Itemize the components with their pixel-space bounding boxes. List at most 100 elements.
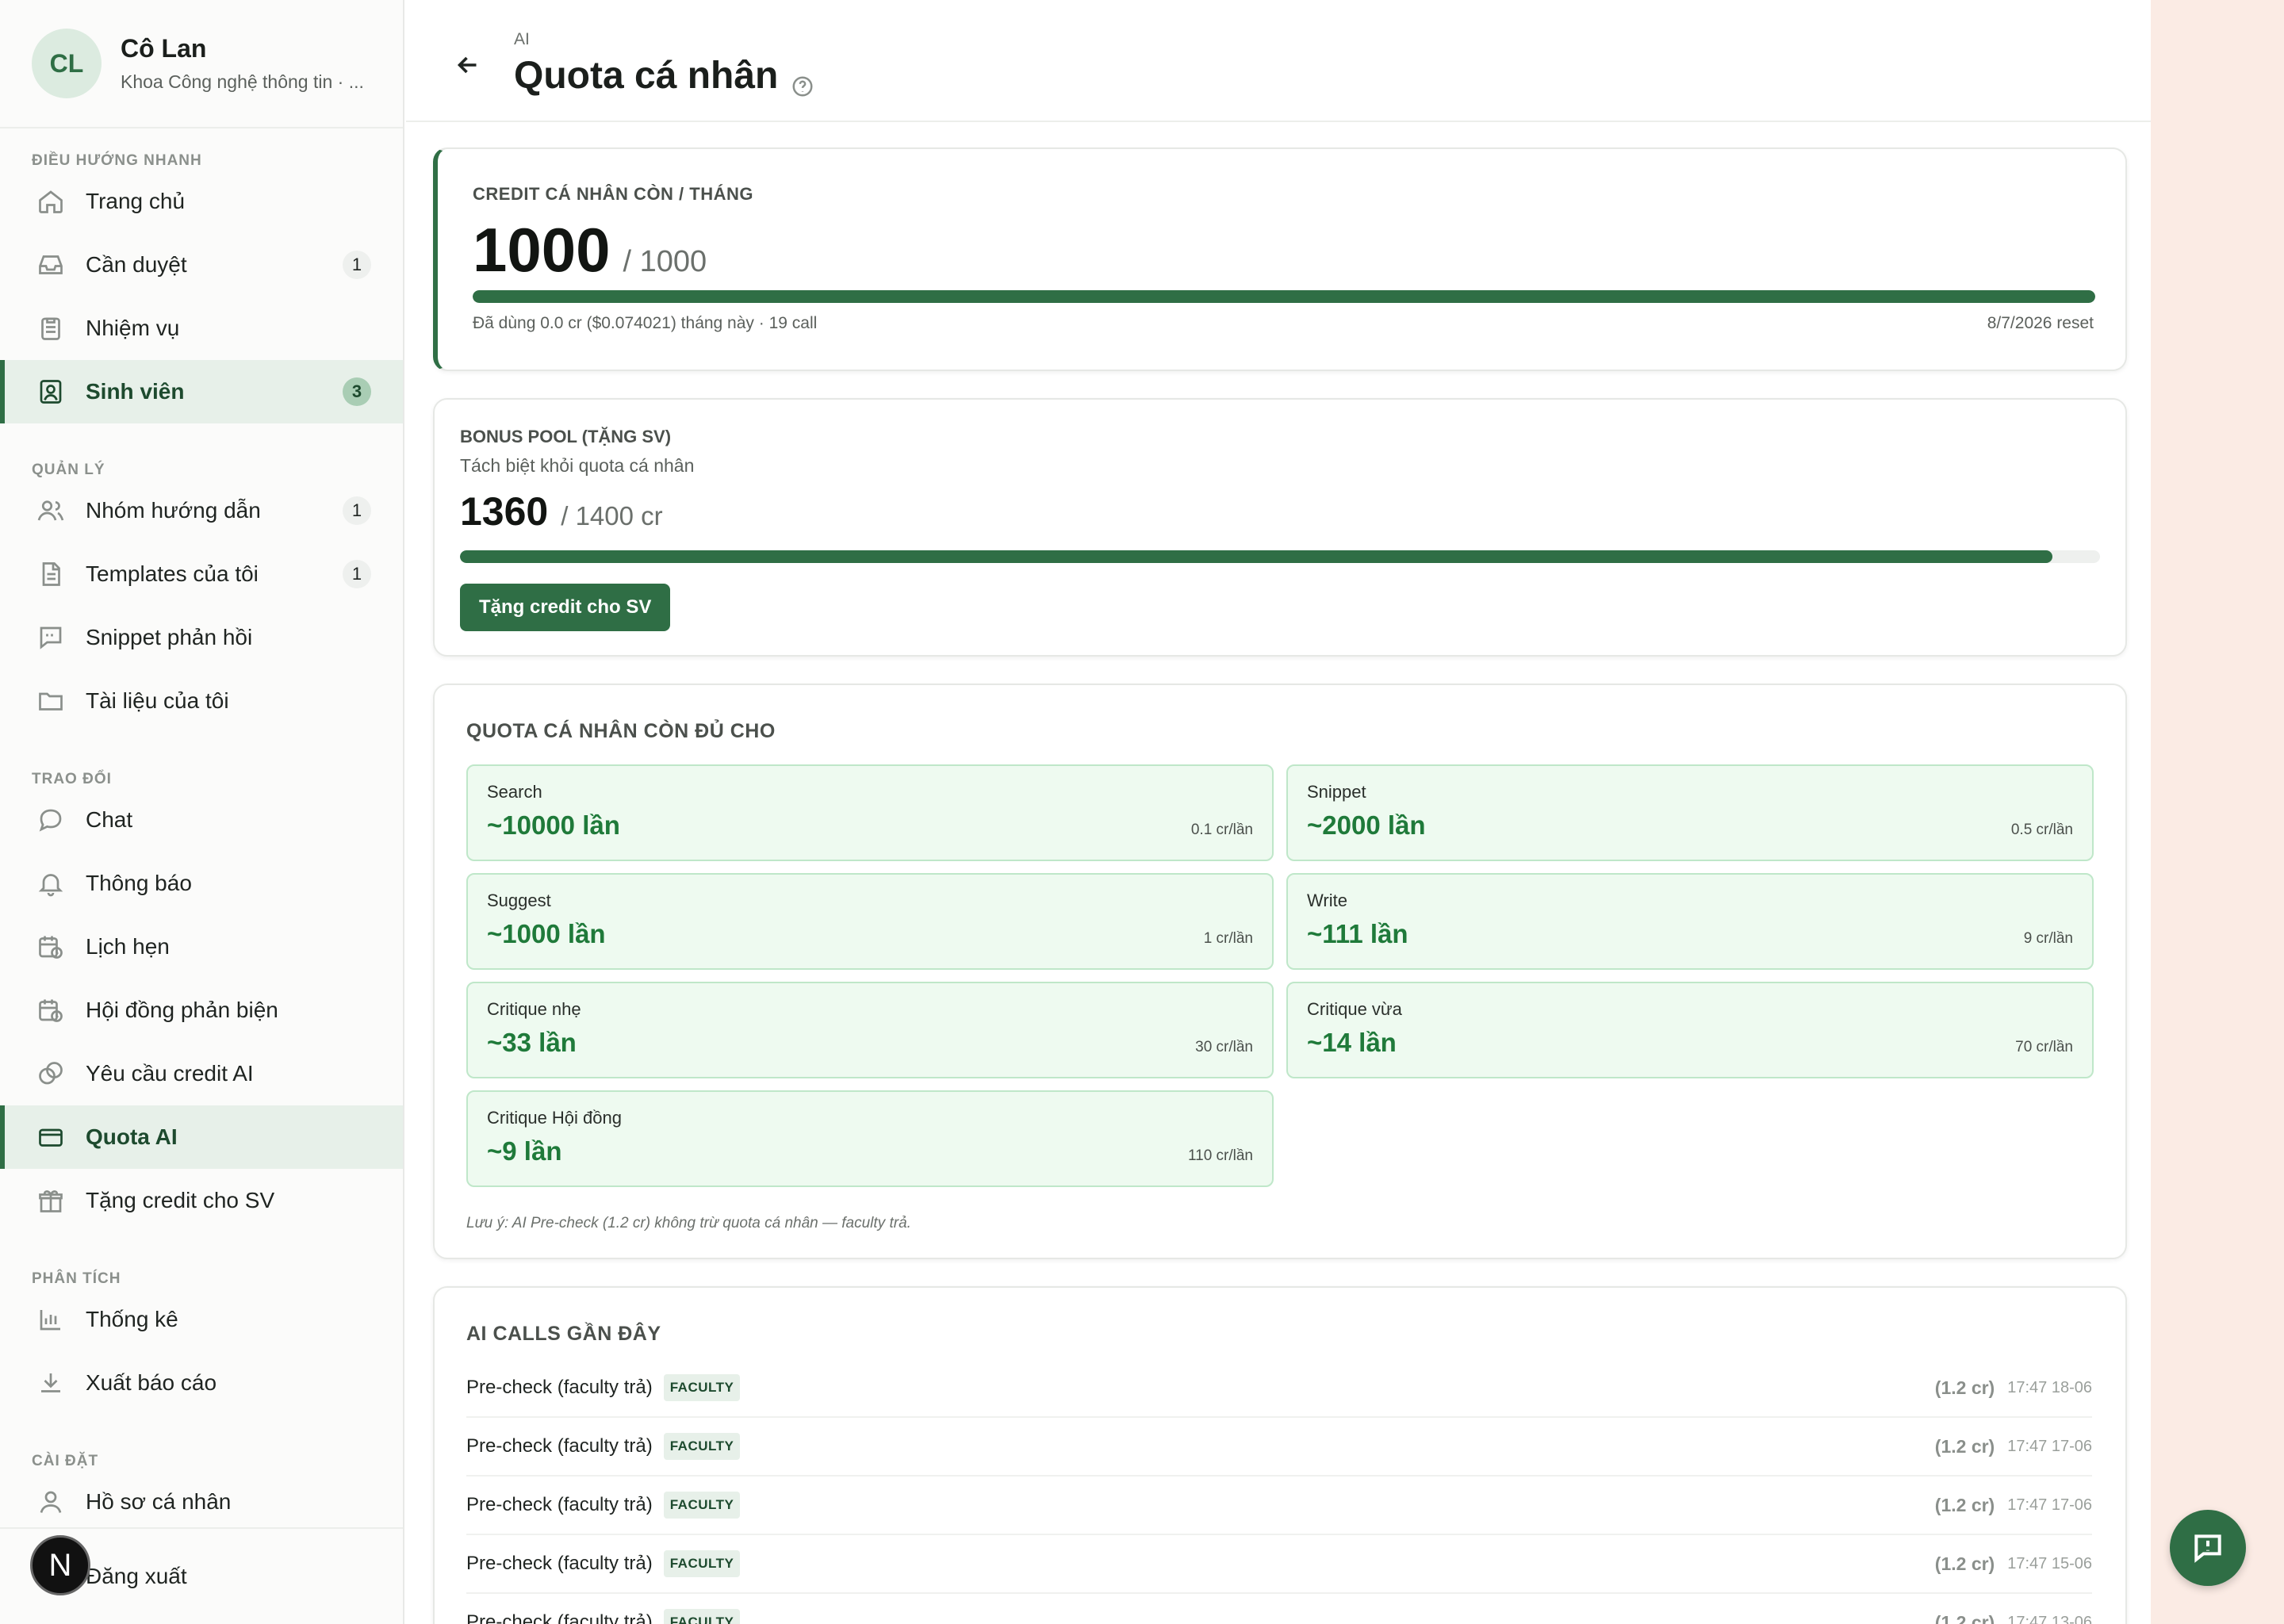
profile-header[interactable]: CL Cô Lan Khoa Công nghệ thông tin · ... bbox=[0, 0, 403, 128]
sidebar-item-snippets[interactable]: Snippet phản hồi bbox=[0, 606, 403, 669]
sidebar-item-review[interactable]: Cần duyệt 1 bbox=[0, 233, 403, 297]
call-row: Pre-check (faculty trả) FACULTY (1.2 cr) 17… bbox=[466, 1594, 2092, 1624]
folder-icon bbox=[35, 685, 67, 717]
personal-credit-label: CREDIT CÁ NHÂN CÒN / THÁNG bbox=[473, 184, 753, 204]
tile-name: Write bbox=[1307, 891, 1347, 910]
quota-tile: Suggest ~1000 lần 1 cr/lần bbox=[466, 873, 1274, 970]
users-icon bbox=[35, 495, 67, 527]
tile-rate: 30 cr/lần bbox=[1195, 1039, 1253, 1055]
main-content: AI Quota cá nhân CREDIT CÁ NHÂN CÒN / TH… bbox=[406, 0, 2151, 1624]
quota-enough-label: QUOTA CÁ NHÂN CÒN ĐỦ CHO bbox=[466, 720, 776, 742]
sidebar-item-label: Hội đồng phản biện bbox=[86, 998, 278, 1022]
sidebar-item-templates[interactable]: Templates của tôi 1 bbox=[0, 542, 403, 606]
credit-total: / 1000 bbox=[623, 245, 707, 278]
faculty-tag: FACULTY bbox=[663, 1550, 741, 1577]
call-row: Pre-check (faculty trả) FACULTY (1.2 cr) 17… bbox=[466, 1535, 2092, 1594]
sidebar-item-label: Xuất báo cáo bbox=[86, 1370, 217, 1395]
tile-rate: 70 cr/lần bbox=[2015, 1039, 2073, 1055]
section-label-nav: ĐIỀU HƯỚNG NHANH bbox=[32, 152, 202, 169]
tile-count: ~10000 lần bbox=[487, 810, 620, 840]
credit-used-text: Đã dùng 0.0 cr ($0.074021) tháng này · 1… bbox=[473, 314, 818, 332]
sidebar-item-label: Trang chủ bbox=[86, 189, 186, 213]
sidebar-item-label: Đăng xuất bbox=[86, 1564, 187, 1588]
quota-tile: Critique vừa ~14 lần 70 cr/lần bbox=[1286, 982, 2094, 1078]
sidebar-item-chat[interactable]: Chat bbox=[0, 788, 403, 852]
recent-calls-label: AI CALLS GẦN ĐÂY bbox=[466, 1323, 661, 1345]
sidebar-item-stats[interactable]: Thống kê bbox=[0, 1288, 403, 1351]
bar-chart-icon bbox=[35, 1304, 67, 1335]
sidebar-item-label: Cần duyệt bbox=[86, 252, 187, 277]
message-alert-icon bbox=[2194, 1534, 2221, 1563]
sidebar-item-credit-request[interactable]: Yêu cầu credit AI bbox=[0, 1042, 403, 1105]
sidebar-item-groups[interactable]: Nhóm hướng dẫn 1 bbox=[0, 479, 403, 542]
sidebar-item-label: Tài liệu của tôi bbox=[86, 688, 229, 713]
profile-subtitle: Khoa Công nghệ thông tin · ... bbox=[121, 71, 364, 92]
sidebar-item-students[interactable]: Sinh viên 3 bbox=[0, 360, 403, 423]
call-cost: (1.2 cr) bbox=[1934, 1377, 1995, 1398]
sidebar-item-export[interactable]: Xuất báo cáo bbox=[0, 1351, 403, 1415]
home-icon bbox=[35, 186, 67, 217]
section-label-exchange: TRAO ĐỔI bbox=[32, 771, 112, 787]
gift-credit-button[interactable]: Tặng credit cho SV bbox=[460, 584, 671, 631]
sidebar-item-docs[interactable]: Tài liệu của tôi bbox=[0, 669, 403, 733]
quota-tile: Write ~111 lần 9 cr/lần bbox=[1286, 873, 2094, 970]
breadcrumb[interactable]: AI bbox=[514, 30, 530, 49]
call-row: Pre-check (faculty trả) FACULTY (1.2 cr) 17… bbox=[466, 1418, 2092, 1477]
call-name: Pre-check (faculty trả) bbox=[466, 1553, 653, 1574]
call-row: Pre-check (faculty trả) FACULTY (1.2 cr) 17… bbox=[466, 1477, 2092, 1535]
sidebar-item-gift[interactable]: Tặng credit cho SV bbox=[0, 1169, 403, 1232]
faculty-tag: FACULTY bbox=[663, 1433, 741, 1460]
bonus-pool-card: BONUS POOL (TẶNG SV) Tách biệt khỏi quot… bbox=[433, 398, 2127, 657]
tile-name: Critique nhẹ bbox=[487, 999, 581, 1019]
chat-fab-button[interactable] bbox=[2170, 1510, 2246, 1586]
sidebar-item-label: Quota AI bbox=[86, 1124, 178, 1149]
inbox-icon bbox=[35, 249, 67, 281]
sidebar-item-appointments[interactable]: Lịch hẹn bbox=[0, 915, 403, 979]
message-quote-icon bbox=[35, 622, 67, 653]
call-name: Pre-check (faculty trả) bbox=[466, 1435, 653, 1457]
coins-icon bbox=[35, 1058, 67, 1090]
sidebar-item-label: Nhiệm vụ bbox=[86, 316, 180, 340]
bonus-pool-value: 1360 / 1400 cr bbox=[460, 488, 663, 534]
back-button[interactable] bbox=[450, 48, 485, 82]
n-logo-icon[interactable]: N bbox=[30, 1535, 90, 1595]
personal-credit-card: CREDIT CÁ NHÂN CÒN / THÁNG 1000 / 1000 Đ… bbox=[433, 147, 2127, 371]
call-name: Pre-check (faculty trả) bbox=[466, 1494, 653, 1515]
bonus-progress-fill bbox=[460, 550, 2053, 563]
sidebar-item-profile[interactable]: Hồ sơ cá nhân bbox=[0, 1470, 403, 1534]
quota-enough-card: QUOTA CÁ NHÂN CÒN ĐỦ CHO Search ~10000 lầ… bbox=[433, 684, 2127, 1259]
sidebar-item-label: Yêu cầu credit AI bbox=[86, 1061, 254, 1086]
quota-note: Lưu ý: AI Pre-check (1.2 cr) không trừ q… bbox=[466, 1215, 911, 1231]
sidebar-item-label: Chat bbox=[86, 807, 133, 832]
call-time: 17:47 15-06 bbox=[2007, 1554, 2092, 1572]
call-time: 17:47 17-06 bbox=[2007, 1437, 2092, 1455]
sidebar-item-council[interactable]: Hội đồng phản biện bbox=[0, 979, 403, 1042]
tile-rate: 0.1 cr/lần bbox=[1190, 822, 1253, 838]
credit-reset-text: 8/7/2026 reset bbox=[1987, 314, 2094, 332]
sidebar-item-quota[interactable]: Quota AI bbox=[0, 1105, 403, 1169]
tile-name: Suggest bbox=[487, 891, 551, 910]
user-square-icon bbox=[35, 376, 67, 408]
sidebar-item-label: Nhóm hướng dẫn bbox=[86, 498, 261, 523]
section-label-settings: CÀI ĐẶT bbox=[32, 1453, 99, 1469]
sidebar-item-home[interactable]: Trang chủ bbox=[0, 170, 403, 233]
tile-name: Snippet bbox=[1307, 782, 1366, 802]
sidebar-item-label: Templates của tôi bbox=[86, 561, 259, 586]
faculty-tag: FACULTY bbox=[663, 1492, 741, 1519]
tile-count: ~14 lần bbox=[1307, 1028, 1397, 1057]
calendar-clock-icon bbox=[35, 931, 67, 963]
sidebar-item-tasks[interactable]: Nhiệm vụ bbox=[0, 297, 403, 360]
sidebar-item-label: Snippet phản hồi bbox=[86, 625, 253, 649]
call-cost: (1.2 cr) bbox=[1934, 1611, 1995, 1624]
sidebar-item-label: Sinh viên bbox=[86, 379, 185, 404]
section-label-manage: QUẢN LÝ bbox=[32, 462, 105, 478]
count-badge: 1 bbox=[343, 496, 371, 525]
sidebar-item-label: Lịch hẹn bbox=[86, 934, 170, 959]
help-circle-icon[interactable] bbox=[791, 64, 814, 96]
sidebar-item-notifications[interactable]: Thông báo bbox=[0, 852, 403, 915]
credit-remaining: 1000 bbox=[473, 215, 611, 285]
quota-tile: Critique nhẹ ~33 lần 30 cr/lần bbox=[466, 982, 1274, 1078]
tile-count: ~2000 lần bbox=[1307, 810, 1426, 840]
gift-icon bbox=[35, 1185, 67, 1216]
call-row: Pre-check (faculty trả) FACULTY (1.2 cr) 17… bbox=[466, 1359, 2092, 1418]
